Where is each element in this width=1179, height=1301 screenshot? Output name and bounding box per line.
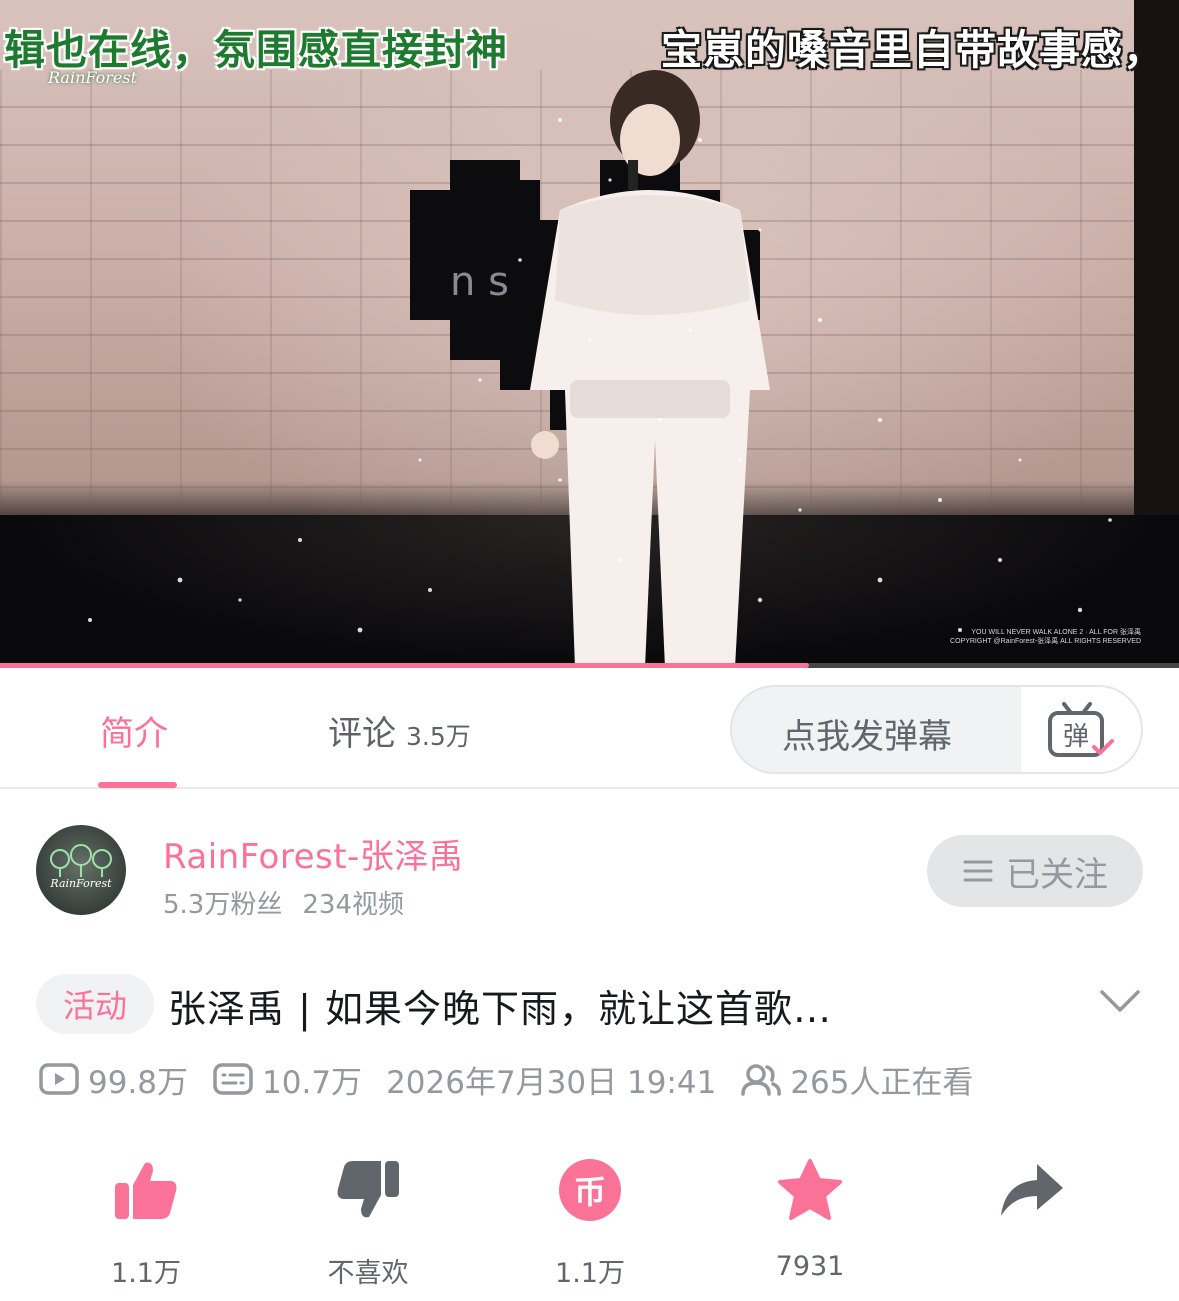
video-watermark: RainForest bbox=[48, 68, 137, 87]
title-row: 活动 张泽禹 | 如果今晚下雨，就让这首歌… bbox=[0, 966, 1179, 1042]
active-tab-indicator bbox=[98, 782, 177, 788]
uploader-name[interactable]: RainForest-张泽禹 bbox=[163, 829, 463, 878]
thumbs-up-icon bbox=[115, 1162, 177, 1219]
menu-icon bbox=[963, 860, 993, 882]
singer-figure bbox=[530, 70, 770, 668]
copyright-line-2: COPYRIGHT @RainForest-张泽禹 ALL RIGHTS RES… bbox=[950, 638, 1141, 645]
tab-comments-label: 评论 bbox=[328, 714, 396, 754]
video-meta: 99.8万 10.7万 2026年7月30日 19:41 265人正在看 bbox=[38, 1057, 998, 1101]
publish-date-value: 2026年7月30日 19:41 bbox=[386, 1064, 717, 1101]
tab-comments[interactable]: 评论 3.5万 bbox=[328, 706, 471, 755]
favorite-count: 7931 bbox=[775, 1251, 845, 1282]
viewers-icon bbox=[741, 1064, 782, 1096]
watching-now-value: 265人正在看 bbox=[790, 1064, 974, 1101]
chevron-down-icon[interactable] bbox=[1098, 986, 1142, 1016]
play-count: 99.8万 bbox=[38, 1057, 188, 1102]
danmaku-icon-char: 弹 bbox=[1063, 722, 1089, 752]
coin-button[interactable]: 币 1.1万 bbox=[510, 1155, 670, 1290]
copyright-line-1: YOU WILL NEVER WALK ALONE 2 · ALL FOR 张泽… bbox=[971, 629, 1141, 636]
video-title[interactable]: 张泽禹 | 如果今晚下雨，就让这首歌… bbox=[168, 978, 832, 1033]
coin-icon: 币 bbox=[559, 1159, 621, 1221]
tab-intro[interactable]: 简介 bbox=[100, 706, 168, 755]
uploader-card: RainForest RainForest-张泽禹 5.3万粉丝 234视频 已关… bbox=[0, 791, 1179, 941]
uploader-stats: 5.3万粉丝 234视频 bbox=[163, 884, 404, 921]
share-button[interactable] bbox=[952, 1155, 1112, 1251]
comments-count: 3.5万 bbox=[406, 722, 471, 751]
activity-badge[interactable]: 活动 bbox=[36, 974, 154, 1034]
favorite-button[interactable]: 7931 bbox=[730, 1155, 890, 1282]
danmaku-entry[interactable]: 点我发弹幕 弹 bbox=[730, 685, 1143, 774]
follow-button[interactable]: 已关注 bbox=[927, 835, 1143, 907]
video-count: 234视频 bbox=[302, 890, 404, 920]
avatar-logo: RainForest bbox=[49, 844, 112, 890]
danmaku-input[interactable]: 点我发弹幕 bbox=[782, 709, 952, 758]
watching-now: 265人正在看 bbox=[740, 1057, 974, 1102]
danmaku-toggle-button[interactable]: 弹 bbox=[1021, 687, 1141, 772]
play-count-icon bbox=[39, 1063, 79, 1095]
dislike-label: 不喜欢 bbox=[327, 1258, 409, 1289]
subtitle-right: 宝崽的嗓音里自带故事感， bbox=[661, 26, 1165, 74]
follow-label: 已关注 bbox=[1006, 854, 1108, 895]
copyright-text: YOU WILL NEVER WALK ALONE 2 · ALL FOR 张泽… bbox=[950, 628, 1141, 646]
star-icon bbox=[778, 1159, 842, 1220]
fans-count: 5.3万粉丝 bbox=[163, 890, 283, 920]
share-arrow-icon bbox=[1001, 1164, 1063, 1216]
avatar-text: RainForest bbox=[49, 877, 112, 890]
danmaku-icon: 弹 bbox=[1048, 701, 1114, 757]
tab-bar: 简介 评论 3.5万 点我发弹幕 弹 bbox=[0, 668, 1179, 789]
danmaku-count-icon bbox=[213, 1063, 253, 1095]
like-button[interactable]: 1.1万 bbox=[66, 1155, 226, 1290]
avatar[interactable]: RainForest bbox=[36, 825, 126, 915]
publish-date: 2026年7月30日 19:41 bbox=[386, 1057, 716, 1102]
like-count: 1.1万 bbox=[111, 1258, 181, 1289]
danmaku-count: 10.7万 bbox=[212, 1057, 362, 1102]
subtitle-left: 辑也在线，氛围感直接封神 bbox=[4, 26, 508, 74]
thumbs-down-icon bbox=[337, 1161, 399, 1218]
dislike-button[interactable]: 不喜欢 bbox=[288, 1155, 448, 1290]
video-player[interactable]: n s 辑也在线，氛围感直接封神 宝崽的嗓音里自带故事感， RainForest… bbox=[0, 0, 1179, 668]
play-count-value: 99.8万 bbox=[88, 1064, 189, 1101]
danmaku-count-value: 10.7万 bbox=[262, 1064, 363, 1101]
action-bar: 1.1万 不喜欢 币 1.1万 7931 bbox=[0, 1155, 1179, 1289]
coin-count: 1.1万 bbox=[555, 1258, 625, 1289]
